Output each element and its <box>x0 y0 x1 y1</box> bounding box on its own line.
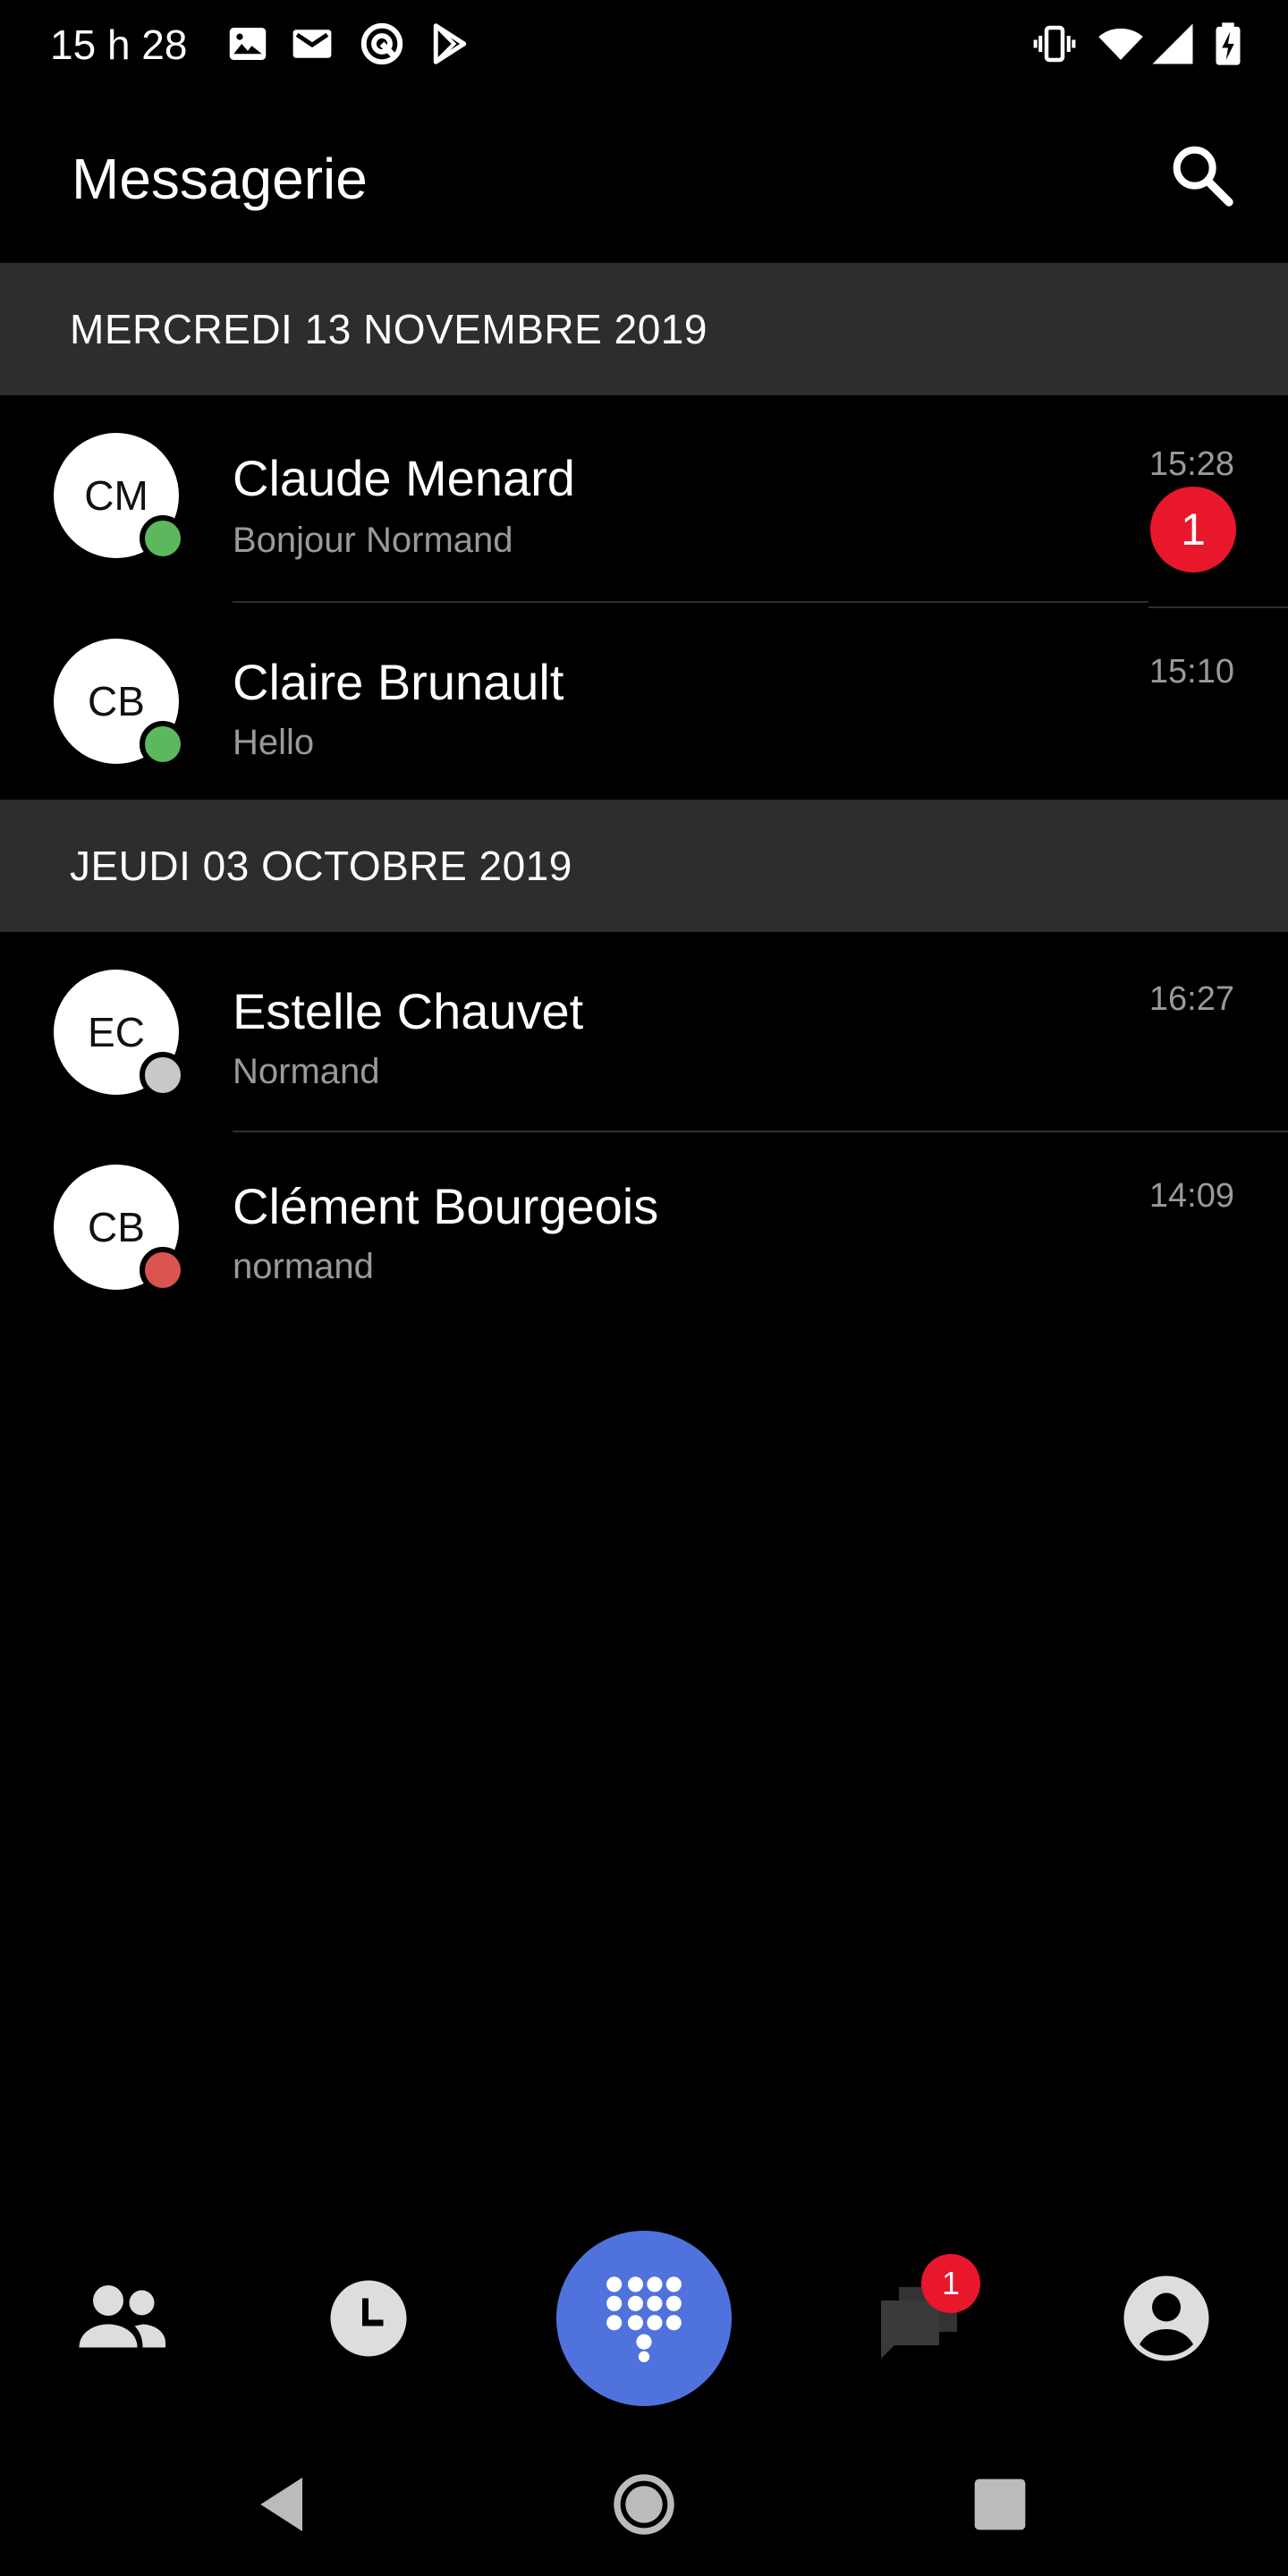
history-icon <box>330 2280 407 2357</box>
messaging-screen: 15 h 28 Messagerie MERCREDI 13 NOVEMBRE … <box>0 0 1288 2576</box>
page-title: Messagerie <box>72 147 368 211</box>
battery-charging-icon <box>1204 20 1252 68</box>
gmail-icon <box>288 20 336 68</box>
back-icon <box>260 2478 302 2531</box>
conversation-row[interactable]: CB Clément Bourgeois normand 14:09 <box>0 1132 1288 1329</box>
app-bar: Messagerie <box>0 89 1288 263</box>
presence-indicator <box>140 1052 186 1098</box>
section-date: JEUDI 03 OCTOBRE 2019 <box>70 843 572 889</box>
dialpad-icon <box>606 2276 682 2363</box>
status-time: 15 h 28 <box>50 21 188 68</box>
play-store-icon <box>426 20 474 68</box>
date-section-header: JEUDI 03 OCTOBRE 2019 <box>0 800 1288 932</box>
contact-name: Estelle Chauvet <box>233 983 584 1039</box>
presence-indicator <box>140 515 186 562</box>
nav-account[interactable] <box>1113 2265 1220 2372</box>
contact-name: Claire Brunault <box>233 654 564 710</box>
home-icon <box>614 2474 674 2535</box>
conversation-row[interactable]: EC Estelle Chauvet Normand 16:27 <box>0 932 1288 1129</box>
recents-button[interactable] <box>964 2469 1036 2540</box>
contact-name: Claude Menard <box>233 450 575 506</box>
nav-history[interactable] <box>315 2265 422 2372</box>
message-preview: Normand <box>233 1052 380 1091</box>
home-button[interactable] <box>608 2469 680 2540</box>
nav-contacts[interactable] <box>68 2265 175 2372</box>
avatar: CB <box>54 1165 186 1293</box>
message-preview: Hello <box>233 723 315 762</box>
signal-icon <box>1148 20 1197 68</box>
presence-indicator <box>140 721 186 767</box>
avatar: EC <box>54 970 186 1098</box>
date-section-header: MERCREDI 13 NOVEMBRE 2019 <box>0 263 1288 395</box>
status-bar: 15 h 28 <box>0 0 1288 89</box>
avatar: CB <box>54 639 186 767</box>
dialpad-button[interactable] <box>556 2231 732 2406</box>
conversation-row[interactable]: CM Claude Menard Bonjour Normand 15:28 1 <box>0 397 1288 594</box>
message-time: 16:27 <box>1148 980 1234 1018</box>
message-time: 14:09 <box>1148 1177 1234 1215</box>
wifi-icon <box>1097 20 1145 68</box>
message-preview: Bonjour Normand <box>233 521 513 560</box>
messages-unread-badge: 1 <box>921 2254 980 2313</box>
message-time: 15:28 <box>1148 445 1234 483</box>
search-icon <box>1173 146 1233 207</box>
search-button[interactable] <box>1166 140 1238 211</box>
sync-icon <box>358 20 406 68</box>
account-icon <box>1123 2275 1209 2361</box>
contacts-icon <box>79 2285 165 2348</box>
unread-badge: 1 <box>1150 487 1236 572</box>
message-time: 15:10 <box>1148 653 1234 691</box>
presence-indicator <box>140 1247 186 1293</box>
system-navigation-bar <box>0 2433 1288 2576</box>
recents-icon <box>974 2479 1026 2530</box>
vibrate-icon <box>1030 20 1079 68</box>
bottom-navigation: 1 <box>0 2218 1288 2433</box>
avatar: CM <box>54 433 186 562</box>
section-date: MERCREDI 13 NOVEMBRE 2019 <box>70 306 708 352</box>
message-preview: normand <box>233 1247 374 1286</box>
back-button[interactable] <box>249 2469 320 2540</box>
contact-name: Clément Bourgeois <box>233 1178 659 1234</box>
image-icon <box>224 20 272 68</box>
conversation-row[interactable]: CB Claire Brunault Hello 15:10 <box>0 603 1288 800</box>
